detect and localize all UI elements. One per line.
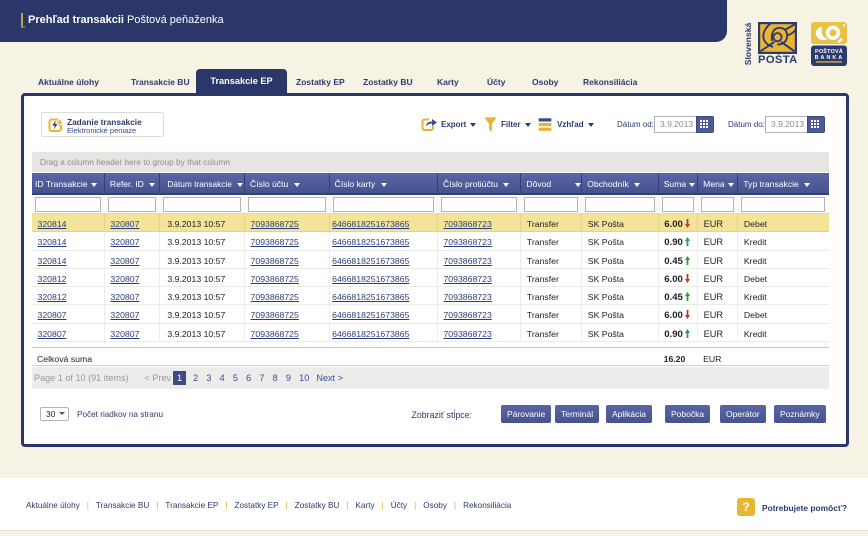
svg-text:POŠTOVÁ: POŠTOVÁ [815, 47, 843, 55]
svg-text:BANKA: BANKA [815, 55, 844, 61]
